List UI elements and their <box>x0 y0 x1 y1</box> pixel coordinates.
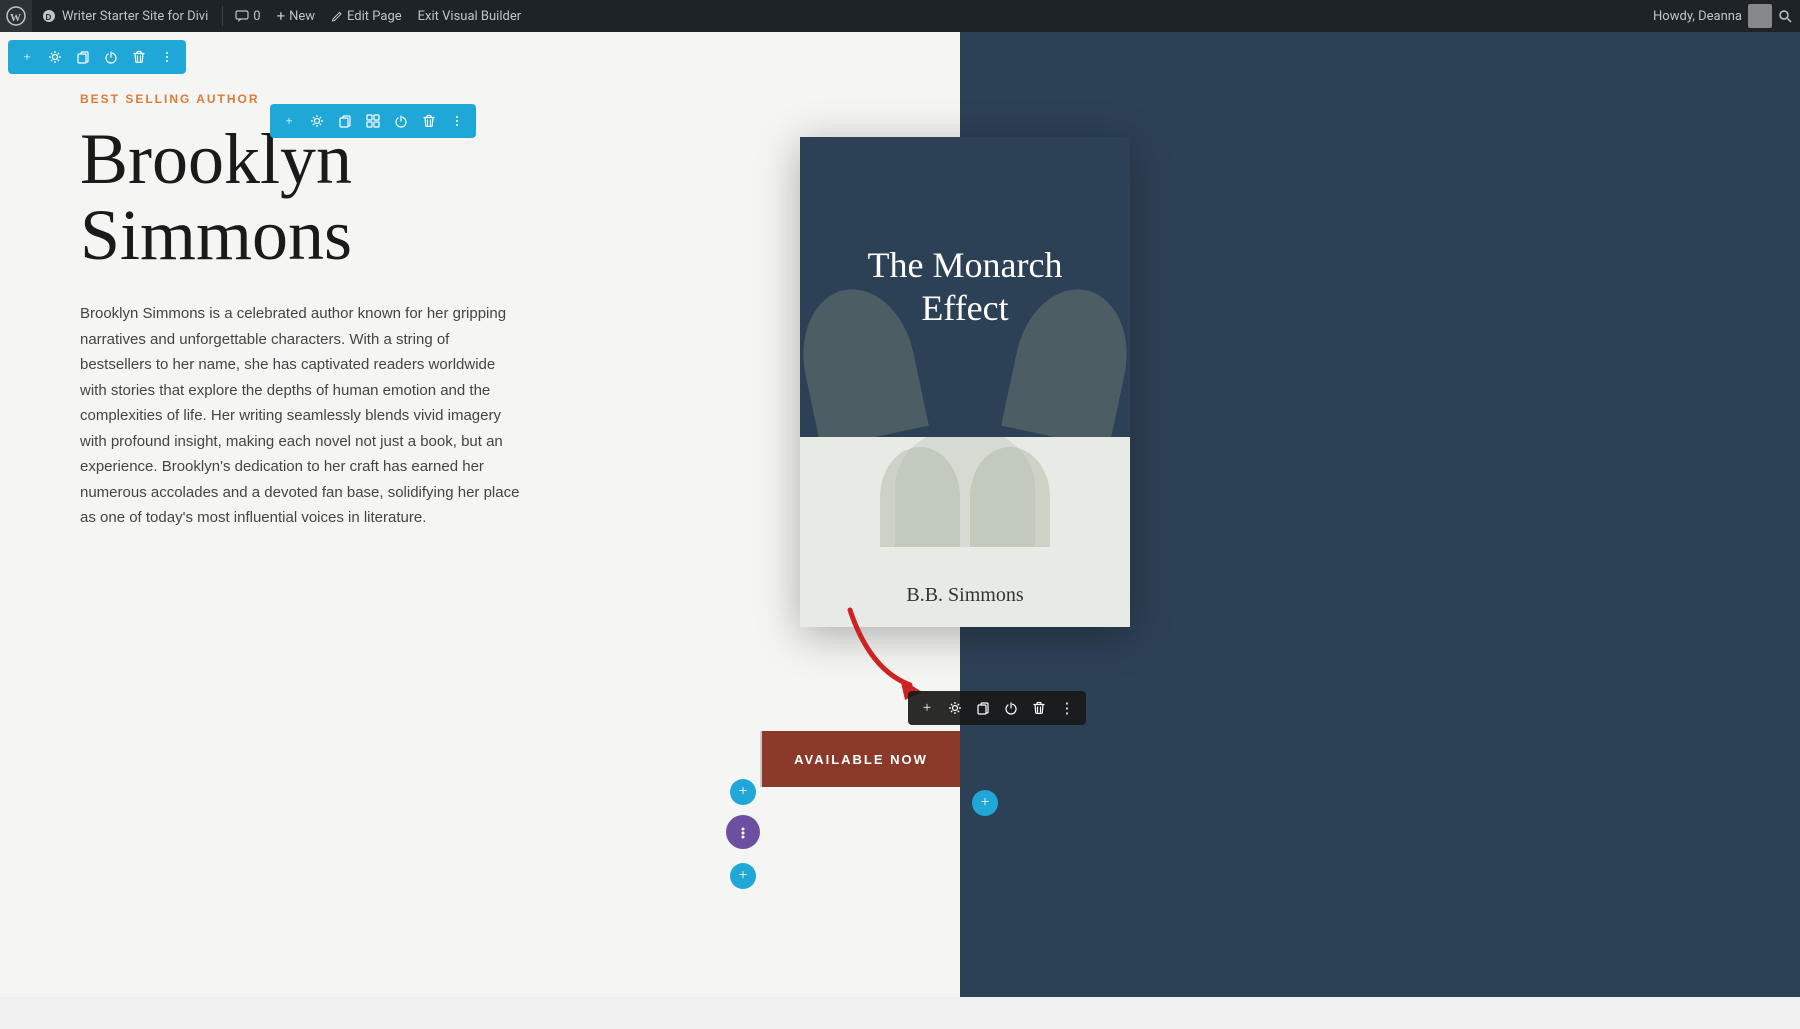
float-add-top-button[interactable]: + <box>730 779 756 805</box>
admin-bar: W D Writer Starter Site for Divi 0 + New… <box>0 0 1800 32</box>
book-bottom-leaf-right <box>970 447 1050 547</box>
svg-text:D: D <box>46 13 52 22</box>
exit-label: Exit Visual Builder <box>418 9 521 24</box>
module-toolbar[interactable]: + ⋮ <box>908 691 1086 725</box>
howdy-text: Howdy, Deanna <box>1653 9 1742 24</box>
section-trash-button[interactable] <box>126 44 152 70</box>
book-bottom-leaf-left <box>880 447 960 547</box>
site-name[interactable]: D Writer Starter Site for Divi <box>32 0 218 32</box>
section-add-button[interactable]: + <box>14 44 40 70</box>
svg-text:W: W <box>10 12 21 24</box>
comments-link[interactable]: 0 <box>227 0 268 32</box>
add-module-button[interactable]: + <box>972 790 998 816</box>
row-duplicate-button[interactable] <box>332 108 358 134</box>
section-power-button[interactable] <box>98 44 124 70</box>
book-cover-top: The Monarch Effect <box>800 137 1130 437</box>
admin-bar-separator <box>222 6 223 26</box>
book-cover: The Monarch Effect B.B. Simmons <box>800 137 1130 627</box>
cta-button[interactable]: AVAILABLE NOW <box>762 731 960 787</box>
divi-icon: D <box>42 9 56 23</box>
book-title: The Monarch Effect <box>800 244 1130 330</box>
module-trash-button[interactable] <box>1026 695 1052 721</box>
float-add-bottom-button[interactable]: + <box>730 863 756 889</box>
edit-icon <box>331 10 343 22</box>
page-wrapper: + + <box>0 32 1800 997</box>
author-bio: Brooklyn Simmons is a celebrated author … <box>80 301 520 531</box>
edit-page-label: Edit Page <box>347 9 402 24</box>
wp-logo[interactable]: W <box>0 0 32 32</box>
new-icon: + <box>277 7 286 25</box>
module-duplicate-button[interactable] <box>970 695 996 721</box>
module-settings-button[interactable] <box>942 695 968 721</box>
section-settings-button[interactable] <box>42 44 68 70</box>
row-more-button[interactable] <box>444 108 470 134</box>
author-name: BrooklynSimmons <box>80 122 740 273</box>
new-button[interactable]: + New <box>269 0 323 32</box>
admin-bar-right: Howdy, Deanna <box>1653 4 1800 28</box>
section-toolbar[interactable]: + <box>8 40 186 74</box>
float-purple-button[interactable] <box>726 815 760 849</box>
comments-icon <box>235 9 249 23</box>
module-add-button[interactable]: + <box>914 695 940 721</box>
row-add-button[interactable]: + <box>276 108 302 134</box>
row-settings-button[interactable] <box>304 108 330 134</box>
edit-page-button[interactable]: Edit Page <box>323 0 410 32</box>
row-grid-button[interactable] <box>360 108 386 134</box>
module-more-button[interactable]: ⋮ <box>1054 695 1080 721</box>
row-power-button[interactable] <box>388 108 414 134</box>
avatar[interactable] <box>1748 4 1772 28</box>
row-toolbar[interactable]: + <box>270 104 476 138</box>
module-power-button[interactable] <box>998 695 1024 721</box>
new-label: New <box>289 9 315 24</box>
comments-count: 0 <box>253 9 260 24</box>
row-trash-button[interactable] <box>416 108 442 134</box>
cta-row: AVAILABLE NOW <box>760 731 960 787</box>
section-more-button[interactable] <box>154 44 180 70</box>
site-name-text: Writer Starter Site for Divi <box>62 9 208 24</box>
exit-visual-builder-button[interactable]: Exit Visual Builder <box>410 0 529 32</box>
search-icon[interactable] <box>1778 9 1792 23</box>
section-duplicate-button[interactable] <box>70 44 96 70</box>
